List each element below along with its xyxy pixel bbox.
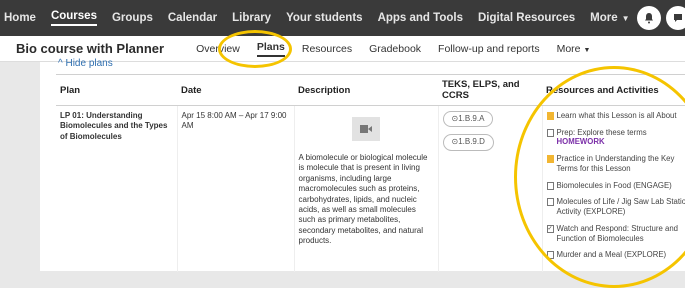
notifications-button[interactable]	[637, 6, 661, 30]
nav-digital-resources[interactable]: Digital Resources	[478, 12, 575, 24]
nav-library[interactable]: Library	[232, 12, 271, 24]
chevron-up-icon: ^	[58, 58, 63, 69]
nav-more-label: More	[590, 12, 617, 24]
plan-title-link[interactable]: LP 01: Understanding Biomolecules and th…	[60, 111, 167, 141]
header-teks: TEKS, ELPS, and CCRS	[438, 75, 542, 106]
tab-more[interactable]: More ▼	[557, 43, 591, 55]
nav-home[interactable]: Home	[4, 12, 36, 24]
nav-courses[interactable]: Courses	[51, 10, 97, 26]
video-thumbnail[interactable]	[352, 117, 380, 141]
description-cell: A biomolecule or biological molecule is …	[294, 106, 438, 273]
nav-calendar[interactable]: Calendar	[168, 12, 217, 24]
hide-plans-link[interactable]: ^ Hide plans	[58, 58, 113, 69]
video-camera-icon	[360, 125, 372, 133]
highlight-circle-plans-tab	[218, 30, 292, 68]
header-description: Description	[294, 75, 438, 106]
nav-more[interactable]: More ▼	[590, 12, 629, 24]
plan-cell: LP 01: Understanding Biomolecules and th…	[56, 106, 177, 273]
messages-button[interactable]	[666, 6, 685, 30]
date-cell: Apr 15 8:00 AM – Apr 17 9:00 AM	[177, 106, 294, 273]
course-title: Bio course with Planner	[16, 41, 164, 56]
top-navigation: Home Courses Groups Calendar Library You…	[0, 0, 685, 36]
teks-code: 1.B.9.A	[458, 114, 484, 123]
chevron-down-icon: ▼	[622, 14, 630, 23]
hide-plans-label: Hide plans	[65, 58, 112, 69]
description-text: A biomolecule or biological molecule is …	[299, 153, 434, 247]
teks-code: 1.B.9.D	[458, 137, 485, 146]
teks-badge[interactable]: ⊙1.B.9.A	[443, 111, 494, 127]
tab-gradebook[interactable]: Gradebook	[369, 43, 421, 55]
header-date: Date	[177, 75, 294, 106]
tab-resources[interactable]: Resources	[302, 43, 352, 55]
chat-icon	[672, 12, 684, 24]
header-plan: Plan	[56, 75, 177, 106]
tab-more-label: More	[557, 43, 581, 55]
bell-icon	[643, 12, 655, 24]
nav-apps-and-tools[interactable]: Apps and Tools	[378, 12, 463, 24]
nav-your-students[interactable]: Your students	[286, 12, 362, 24]
chevron-down-icon: ▼	[583, 47, 590, 54]
tab-follow-up-and-reports[interactable]: Follow-up and reports	[438, 43, 540, 55]
nav-groups[interactable]: Groups	[112, 12, 153, 24]
teks-badge[interactable]: ⊙1.B.9.D	[443, 134, 494, 150]
